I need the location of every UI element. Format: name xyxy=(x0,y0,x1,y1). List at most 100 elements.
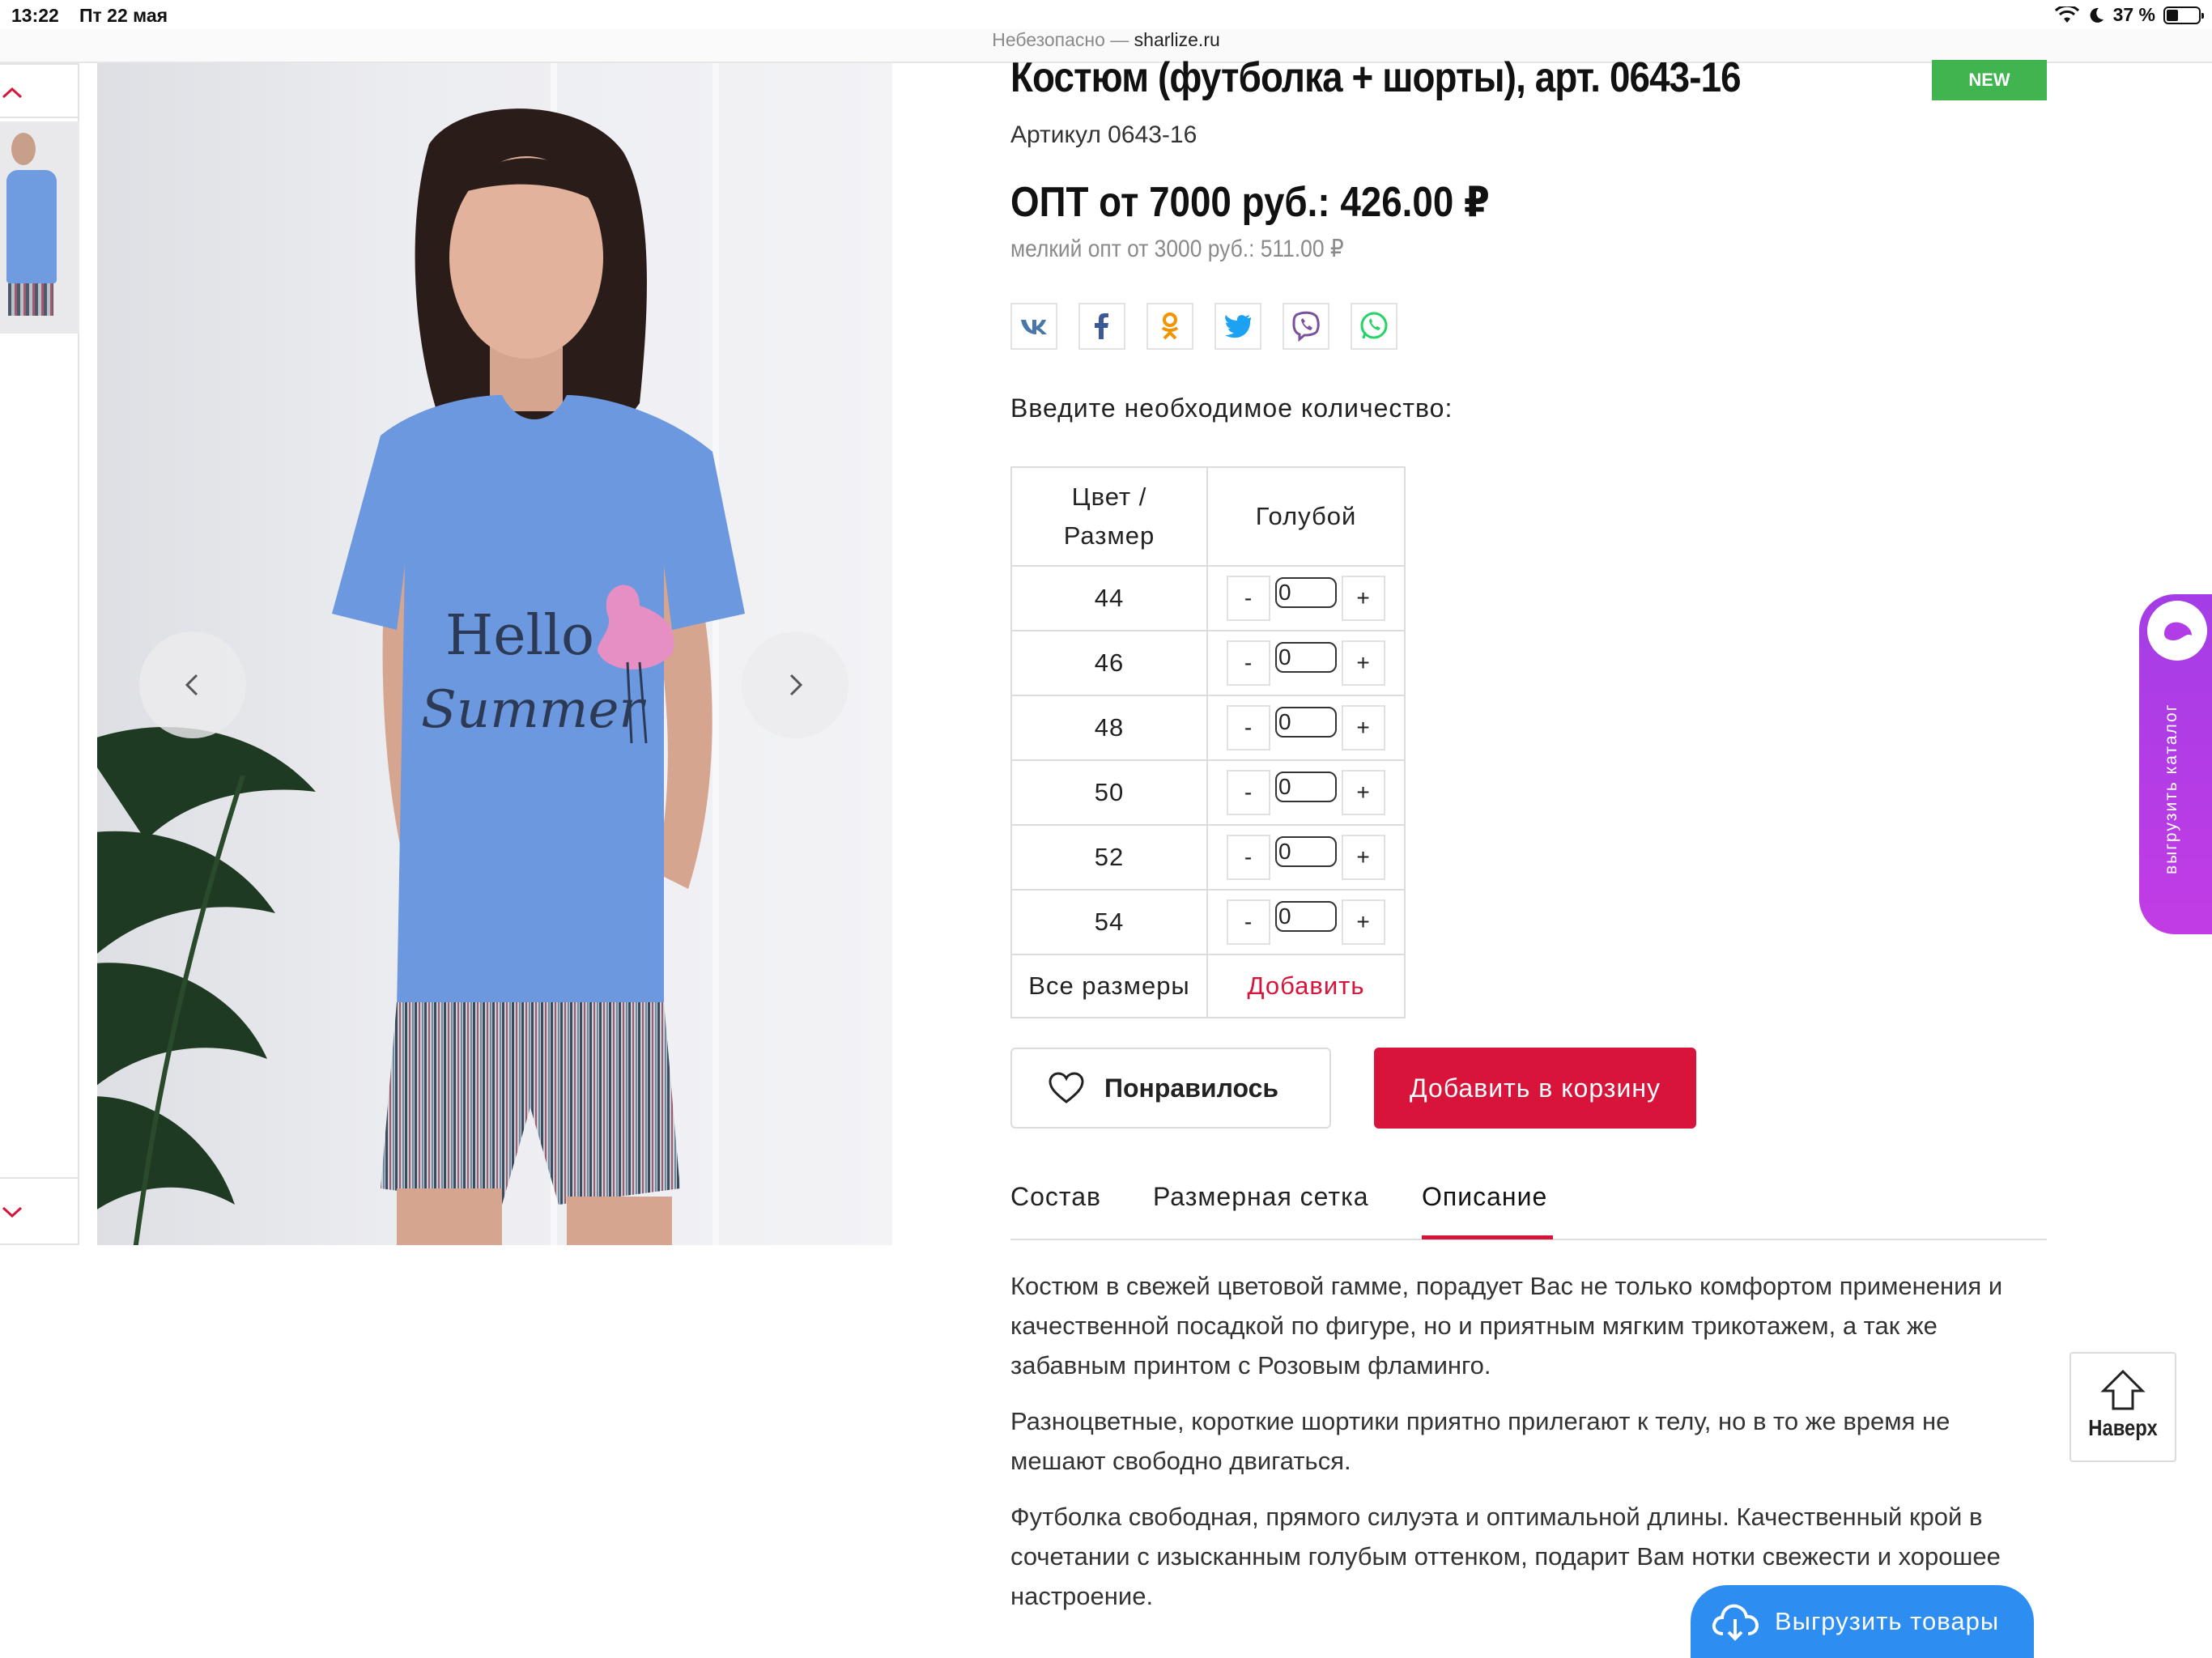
size-label: 52 xyxy=(1012,826,1208,889)
product-main-image[interactable]: Hello Summer xyxy=(97,63,892,1245)
add-to-cart-button[interactable]: Добавить в корзину xyxy=(1374,1048,1696,1129)
new-badge: NEW xyxy=(1932,60,2047,100)
battery-icon xyxy=(2163,6,2204,24)
export-catalog-tab[interactable]: выгрузить каталог xyxy=(2139,594,2212,934)
quantity-stepper: - 0 + xyxy=(1227,770,1385,815)
quantity-input[interactable]: 0 xyxy=(1275,901,1337,932)
share-facebook[interactable] xyxy=(1078,303,1125,350)
quantity-input[interactable]: 0 xyxy=(1275,577,1337,608)
price-small-wholesale: мелкий опт от 3000 руб.: 511.00 ₽ xyxy=(1010,236,1344,262)
model-figure: Hello Summer xyxy=(332,108,745,1245)
table-row: 44 - 0 + xyxy=(1012,567,1404,631)
chevron-up-icon[interactable] xyxy=(0,81,24,105)
address-host: sharlize.ru xyxy=(1134,29,1220,50)
product-tabs: Состав Размерная сетка Описание xyxy=(1010,1182,2047,1240)
quantity-input[interactable]: 0 xyxy=(1275,642,1337,673)
security-label: Небезопасно — xyxy=(992,29,1134,50)
thumbnail-image[interactable] xyxy=(0,121,79,334)
thumb-tshirt xyxy=(6,170,57,283)
product-description: Костюм в свежей цветовой гамме, порадует… xyxy=(1010,1266,2047,1632)
catalog-badge xyxy=(2147,601,2207,661)
size-label: 44 xyxy=(1012,567,1208,630)
thumb-head xyxy=(11,133,36,165)
chevron-down-icon[interactable] xyxy=(0,1200,24,1224)
chevron-right-icon xyxy=(789,674,803,696)
share-vk[interactable] xyxy=(1010,303,1057,350)
table-header: Цвет / Размер Голубой xyxy=(1012,468,1404,567)
increment-button[interactable]: + xyxy=(1342,705,1385,750)
increment-button[interactable]: + xyxy=(1342,770,1385,815)
tab-composition[interactable]: Состав xyxy=(1010,1182,1101,1212)
share-whatsapp[interactable] xyxy=(1351,303,1397,350)
odnoklassniki-icon xyxy=(1161,312,1179,340)
all-sizes-label: Все размеры xyxy=(1012,955,1208,1017)
quantity-stepper: - 0 + xyxy=(1227,835,1385,880)
twitter-icon xyxy=(1225,315,1251,338)
like-button[interactable]: Понравилось xyxy=(1010,1048,1331,1129)
share-viber[interactable] xyxy=(1283,303,1329,350)
active-tab-indicator xyxy=(1422,1235,1553,1239)
status-bar: 13:22 Пт 22 мая 37 % xyxy=(0,0,2212,32)
chevron-left-icon xyxy=(185,674,198,696)
battery-level xyxy=(2167,9,2178,21)
header-color-size: Цвет / Размер xyxy=(1012,468,1208,565)
print-hello: Hello xyxy=(445,604,594,668)
tab-size-chart[interactable]: Размерная сетка xyxy=(1153,1182,1369,1212)
print-summer: Summer xyxy=(421,680,646,740)
table-row: 48 - 0 + xyxy=(1012,696,1404,761)
share-buttons xyxy=(1010,303,1397,350)
add-all-sizes-link[interactable]: Добавить xyxy=(1247,971,1364,1001)
increment-button[interactable]: + xyxy=(1342,576,1385,621)
product-sku: Артикул 0643-16 xyxy=(1010,121,1197,148)
scroll-to-top-button[interactable]: Наверх xyxy=(2069,1352,2176,1462)
quantity-prompt: Введите необходимое количество: xyxy=(1010,393,1453,423)
status-date: Пт 22 мая xyxy=(79,5,168,26)
decrement-button[interactable]: - xyxy=(1227,576,1270,621)
table-row-all-sizes: Все размеры Добавить xyxy=(1012,955,1404,1017)
table-row: 50 - 0 + xyxy=(1012,761,1404,826)
price-wholesale: ОПТ от 7000 руб.: 426.00 ₽ xyxy=(1010,179,1490,226)
thumb-divider xyxy=(0,1177,78,1179)
share-odnoklassniki[interactable] xyxy=(1146,303,1193,350)
size-label: 48 xyxy=(1012,696,1208,759)
quantity-stepper: - 0 + xyxy=(1227,899,1385,945)
status-right: 37 % xyxy=(2054,4,2204,26)
tab-description[interactable]: Описание xyxy=(1422,1182,1547,1212)
quantity-stepper: - 0 + xyxy=(1227,640,1385,686)
decrement-button[interactable]: - xyxy=(1227,640,1270,686)
gallery-next-button[interactable] xyxy=(742,631,849,738)
table-row: 54 - 0 + xyxy=(1012,891,1404,955)
size-label: 50 xyxy=(1012,761,1208,824)
viber-icon xyxy=(1292,311,1320,342)
decrement-button[interactable]: - xyxy=(1227,835,1270,880)
export-goods-label: Выгрузить товары xyxy=(1775,1607,2000,1635)
status-time: 13:22 xyxy=(11,5,59,26)
battery-percent: 37 % xyxy=(2112,4,2155,25)
quantity-input[interactable]: 0 xyxy=(1275,836,1337,867)
export-goods-button[interactable]: Выгрузить товары xyxy=(1691,1585,2034,1658)
share-twitter[interactable] xyxy=(1214,303,1261,350)
size-label: 46 xyxy=(1012,631,1208,695)
thumb-divider xyxy=(0,117,78,118)
thumbnail-strip xyxy=(0,63,79,1245)
cloud-download-icon xyxy=(1712,1604,1759,1641)
description-paragraph: Костюм в свежей цветовой гамме, порадует… xyxy=(1010,1272,2003,1380)
description-paragraph: Разноцветные, короткие шортики приятно п… xyxy=(1010,1407,1950,1475)
table-row: 46 - 0 + xyxy=(1012,631,1404,696)
decrement-button[interactable]: - xyxy=(1227,899,1270,945)
quantity-input[interactable]: 0 xyxy=(1275,707,1337,738)
decrement-button[interactable]: - xyxy=(1227,705,1270,750)
header-color-blue: Голубой xyxy=(1255,502,1357,530)
quantity-input[interactable]: 0 xyxy=(1275,772,1337,802)
quantity-stepper: - 0 + xyxy=(1227,705,1385,750)
size-label: 54 xyxy=(1012,891,1208,954)
size-quantity-table: Цвет / Размер Голубой 44 - 0 + 46 - 0 + … xyxy=(1010,466,1406,1018)
decrement-button[interactable]: - xyxy=(1227,770,1270,815)
increment-button[interactable]: + xyxy=(1342,899,1385,945)
increment-button[interactable]: + xyxy=(1342,835,1385,880)
wifi-icon xyxy=(2054,6,2079,23)
gallery-prev-button[interactable] xyxy=(139,631,246,738)
vk-icon xyxy=(1021,320,1047,334)
increment-button[interactable]: + xyxy=(1342,640,1385,686)
product-title: Костюм (футболка + шорты), арт. 0643-16 xyxy=(1010,54,1742,101)
